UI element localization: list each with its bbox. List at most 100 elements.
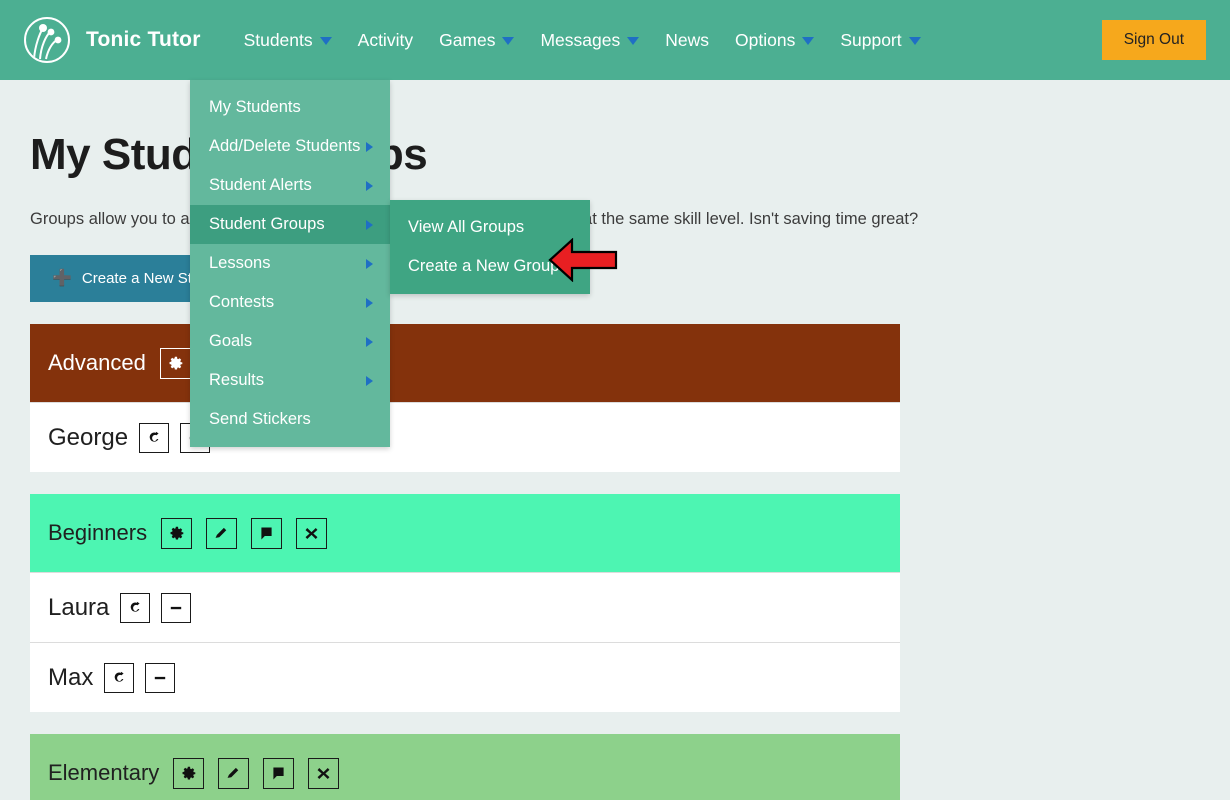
- nav-item-games[interactable]: Games: [426, 0, 527, 80]
- chevron-right-icon: [366, 337, 373, 347]
- nav-item-activity[interactable]: Activity: [345, 0, 426, 80]
- group-settings-button[interactable]: [160, 348, 191, 379]
- brand-name: Tonic Tutor: [86, 28, 201, 52]
- nav-item-support[interactable]: Support: [827, 0, 933, 80]
- student-reset-button[interactable]: [120, 593, 150, 623]
- menu-item-student-groups[interactable]: Student Groups: [190, 205, 390, 244]
- brand[interactable]: Tonic Tutor: [24, 17, 201, 63]
- nav-item-label: Activity: [358, 0, 413, 80]
- tonic-tutor-logo-icon: [24, 17, 70, 63]
- nav-item-label: News: [665, 0, 709, 80]
- student-remove-button[interactable]: [145, 663, 175, 693]
- chevron-down-icon[interactable]: [320, 37, 332, 45]
- minus-icon: [168, 600, 184, 616]
- menu-item-label: Results: [209, 371, 264, 390]
- menu-item-label: Goals: [209, 332, 252, 351]
- chevron-down-icon[interactable]: [802, 37, 814, 45]
- chevron-down-icon[interactable]: [909, 37, 921, 45]
- student-reset-button[interactable]: [104, 663, 134, 693]
- top-navbar: Tonic Tutor Students Activity Games Mess…: [0, 0, 1230, 80]
- group-header: Beginners: [30, 494, 900, 572]
- refresh-icon: [127, 600, 143, 616]
- nav-item-messages[interactable]: Messages: [527, 0, 652, 80]
- menu-item-add-delete-students[interactable]: Add/Delete Students: [190, 127, 390, 166]
- menu-item-contests[interactable]: Contests: [190, 283, 390, 322]
- menu-item-label: Add/Delete Students: [209, 137, 360, 156]
- student-row: Max: [30, 642, 900, 712]
- group-message-button[interactable]: [251, 518, 282, 549]
- chevron-down-icon[interactable]: [627, 37, 639, 45]
- nav-item-students[interactable]: Students: [231, 0, 345, 80]
- submenu-item-view-all-groups[interactable]: View All Groups: [390, 208, 590, 247]
- chevron-right-icon: [366, 298, 373, 308]
- group-name: Elementary: [48, 760, 159, 786]
- group-edit-button[interactable]: [206, 518, 237, 549]
- chevron-right-icon: [366, 142, 373, 152]
- menu-item-label: Student Alerts: [209, 176, 312, 195]
- chevron-right-icon: [366, 259, 373, 269]
- group-edit-button[interactable]: [218, 758, 249, 789]
- menu-item-label: Lessons: [209, 254, 270, 273]
- nav-items: Students Activity Games Messages News Op…: [231, 0, 934, 80]
- group-card: Beginners: [30, 494, 900, 712]
- nav-item-label: Games: [439, 0, 495, 80]
- menu-item-lessons[interactable]: Lessons: [190, 244, 390, 283]
- chevron-right-icon: [366, 220, 373, 230]
- menu-item-label: Contests: [209, 293, 274, 312]
- menu-item-label: Student Groups: [209, 215, 325, 234]
- menu-item-goals[interactable]: Goals: [190, 322, 390, 361]
- students-dropdown-menu: My Students Add/Delete Students Student …: [190, 80, 390, 447]
- close-x-icon: [315, 765, 332, 782]
- gear-icon: [167, 355, 184, 372]
- menu-item-student-alerts[interactable]: Student Alerts: [190, 166, 390, 205]
- student-row: George: [30, 402, 900, 472]
- nav-item-label: Options: [735, 0, 795, 80]
- nav-item-news[interactable]: News: [652, 0, 722, 80]
- refresh-icon: [111, 670, 127, 686]
- group-name: Advanced: [48, 350, 146, 376]
- group-settings-button[interactable]: [161, 518, 192, 549]
- menu-item-label: My Students: [209, 98, 301, 117]
- menu-item-my-students[interactable]: My Students: [190, 88, 390, 127]
- student-name: Max: [48, 664, 93, 692]
- plus-icon: ➕: [52, 271, 72, 287]
- message-icon: [270, 765, 287, 782]
- nav-item-label: Support: [840, 0, 901, 80]
- refresh-icon: [146, 430, 162, 446]
- group-header: Elementary: [30, 734, 900, 800]
- student-groups-submenu: View All Groups Create a New Group: [390, 200, 590, 294]
- nav-item-label: Students: [244, 0, 313, 80]
- group-settings-button[interactable]: [173, 758, 204, 789]
- nav-item-label: Messages: [540, 0, 620, 80]
- menu-item-results[interactable]: Results: [190, 361, 390, 400]
- gear-icon: [180, 765, 197, 782]
- student-row: Laura: [30, 572, 900, 642]
- group-delete-button[interactable]: [308, 758, 339, 789]
- group-card: Elementary: [30, 734, 900, 800]
- menu-item-send-stickers[interactable]: Send Stickers: [190, 400, 390, 439]
- group-message-button[interactable]: [263, 758, 294, 789]
- pencil-icon: [213, 525, 230, 542]
- close-x-icon: [303, 525, 320, 542]
- group-name: Beginners: [48, 520, 147, 546]
- group-delete-button[interactable]: [296, 518, 327, 549]
- nav-item-options[interactable]: Options: [722, 0, 827, 80]
- chevron-down-icon[interactable]: [502, 37, 514, 45]
- menu-item-label: Send Stickers: [209, 410, 311, 429]
- minus-icon: [152, 670, 168, 686]
- group-header: Advanced: [30, 324, 900, 402]
- sign-out-button[interactable]: Sign Out: [1102, 20, 1206, 60]
- page-content: My Student Groups Groups allow you to as…: [0, 130, 1230, 800]
- chevron-right-icon: [366, 181, 373, 191]
- student-name: George: [48, 424, 128, 452]
- student-remove-button[interactable]: [161, 593, 191, 623]
- message-icon: [258, 525, 275, 542]
- student-name: Laura: [48, 594, 109, 622]
- group-card: Advanced: [30, 324, 900, 472]
- submenu-item-create-a-new-group[interactable]: Create a New Group: [390, 247, 590, 286]
- student-groups-list: Advanced: [30, 324, 900, 800]
- chevron-right-icon: [366, 376, 373, 386]
- gear-icon: [168, 525, 185, 542]
- pencil-icon: [225, 765, 242, 782]
- student-reset-button[interactable]: [139, 423, 169, 453]
